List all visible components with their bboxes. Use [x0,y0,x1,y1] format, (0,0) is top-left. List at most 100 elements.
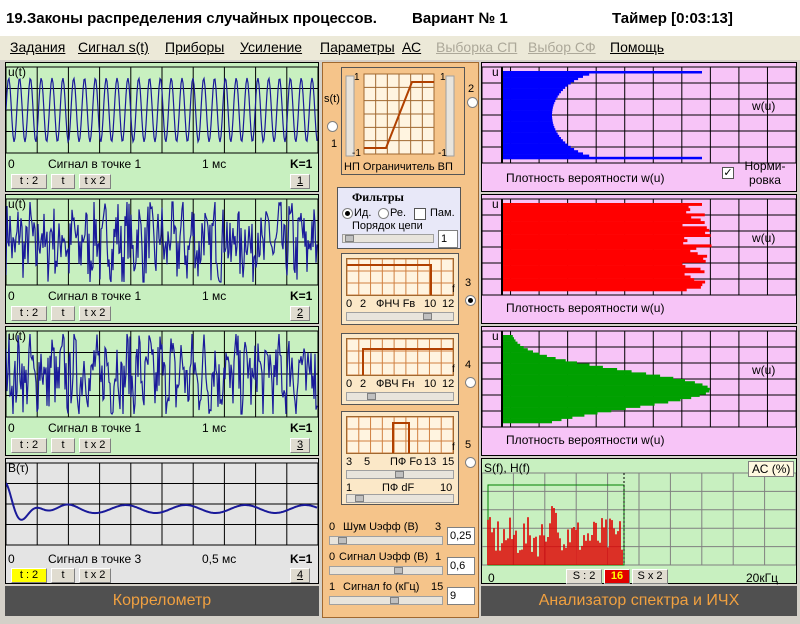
density-bar [502,359,566,362]
point-4-radio[interactable] [465,377,476,388]
density-bar [502,223,683,227]
point-3-radio[interactable] [465,295,476,306]
axis-u-2: u(t) [8,197,26,211]
time-button-2[interactable]: t [51,306,75,321]
lpf-curve [346,258,454,296]
sig-f-label: Сигнал fо (кГц) [343,581,420,593]
signal-u-value[interactable]: 0,6 [447,557,475,575]
density-bar [502,381,695,384]
time-div2-button-4[interactable]: t : 2 [11,568,47,583]
sig-f-max: 15 [431,581,444,593]
normalize-checkbox[interactable]: ✓ [722,167,734,179]
spectrum-x2-button[interactable]: S x 2 [632,569,668,584]
noise-value[interactable]: 0,25 [447,527,475,545]
normalize-label: Норми- ровка [744,159,786,187]
signal-u-slider[interactable] [329,566,443,575]
density-bar [502,368,618,371]
density-bar [502,270,705,274]
point-2-radio[interactable] [467,97,478,108]
density-bar [502,104,554,107]
lpf-t0: 0 [346,298,353,310]
point-5-radio[interactable] [465,457,476,468]
density-bar [502,407,626,411]
wu-r1: w(u) [752,99,776,113]
menu-filter-select: Выбор СФ [528,39,596,55]
order-label: Порядок цепи [352,220,423,232]
spec-khz: 20кГц [746,571,778,585]
density-bar [502,285,701,289]
menu-devices[interactable]: Приборы [165,39,224,55]
spectrum-div2-button[interactable]: S : 2 [566,569,602,584]
time-x2-button-4[interactable]: t x 2 [79,568,111,583]
signal-f-slider[interactable] [329,596,443,605]
density-bar [502,152,583,155]
density-bar [502,348,528,351]
menu-params[interactable]: Параметры [320,39,395,55]
density-bar [502,132,558,136]
density-bar [502,106,553,109]
spec-zero: 0 [488,571,495,585]
noise-min: 0 [329,521,336,533]
point-button-3[interactable]: 3 [290,438,310,453]
point-button-4[interactable]: 4 [290,568,310,583]
menu-signal[interactable]: Сигнал s(t) [78,39,149,55]
point-button-1[interactable]: 1 [290,174,310,189]
sig-u-max: 1 [435,551,442,563]
lim-p1: 1 [354,72,360,83]
axis-u-1: u(t) [8,65,26,79]
time-x2-button-1[interactable]: t x 2 [79,174,111,189]
density-bar [502,280,706,284]
menu-tasks[interactable]: Задания [10,39,65,55]
time-button-3[interactable]: t [51,438,75,453]
hpf-slider[interactable] [346,392,454,401]
time-div2-button-3[interactable]: t : 2 [11,438,47,453]
time-button-1[interactable]: t [51,174,75,189]
bpf-fo-slider[interactable] [346,470,454,479]
real-label: Ре. [390,207,407,219]
order-slider[interactable] [342,234,434,243]
time-div2-button-1[interactable]: t : 2 [11,174,47,189]
density-panel-3: u w(u) Плотность вероятности w(u) [481,326,797,456]
menu-gain[interactable]: Усиление [240,39,302,55]
scope-panel-3: u(t) 0 Сигнал в точке 1 1 мс K=1 t : 2 t… [5,326,319,456]
menu-help[interactable]: Помощь [610,39,664,55]
point-button-2[interactable]: 2 [290,306,310,321]
density-bar [502,143,568,147]
density-bar [502,343,521,347]
density-bar [502,97,557,100]
time-4: 0,5 мс [202,552,237,566]
point-1-radio[interactable] [327,121,338,132]
density-bar [502,259,706,263]
sig-u-min: 0 [329,551,336,563]
caption-3: Сигнал в точке 1 [48,421,142,435]
lpf-slider[interactable] [346,312,454,321]
real-radio[interactable] [378,208,389,219]
menu-ac[interactable]: АС [402,39,421,55]
gain-1: K=1 [290,157,313,171]
scope-3-plot [6,330,318,418]
ideal-radio[interactable] [342,208,353,219]
lim-p2: 1 [440,72,446,83]
limiter-box: 1 -1 1 -1 НП Ограничитель ВП [341,67,465,175]
time-x2-button-2[interactable]: t x 2 [79,306,111,321]
density-caption-3: Плотность вероятности w(u) [506,433,665,447]
bpf-df-slider[interactable] [346,494,454,503]
time-div2-button-2[interactable]: t : 2 [11,306,47,321]
time-x2-button-3[interactable]: t x 2 [79,438,111,453]
noise-slider[interactable] [329,536,443,545]
order-value[interactable]: 1 [438,230,458,248]
density-bar [502,392,706,395]
axis-u-3: u(t) [8,329,26,343]
time-button-4[interactable]: t [51,568,75,583]
density-bar [502,115,552,118]
density-bar [502,71,702,74]
axis-u-r3: u [492,329,499,343]
density-bar [502,93,560,96]
noise-label: Шум Uэфф (В) [343,521,419,533]
memory-checkbox[interactable] [414,208,426,220]
axis-u-r2: u [492,197,499,211]
density-bar [502,385,708,389]
signal-f-value[interactable]: 9 [447,587,475,605]
density-bar [502,401,669,404]
density-bar [502,370,632,373]
